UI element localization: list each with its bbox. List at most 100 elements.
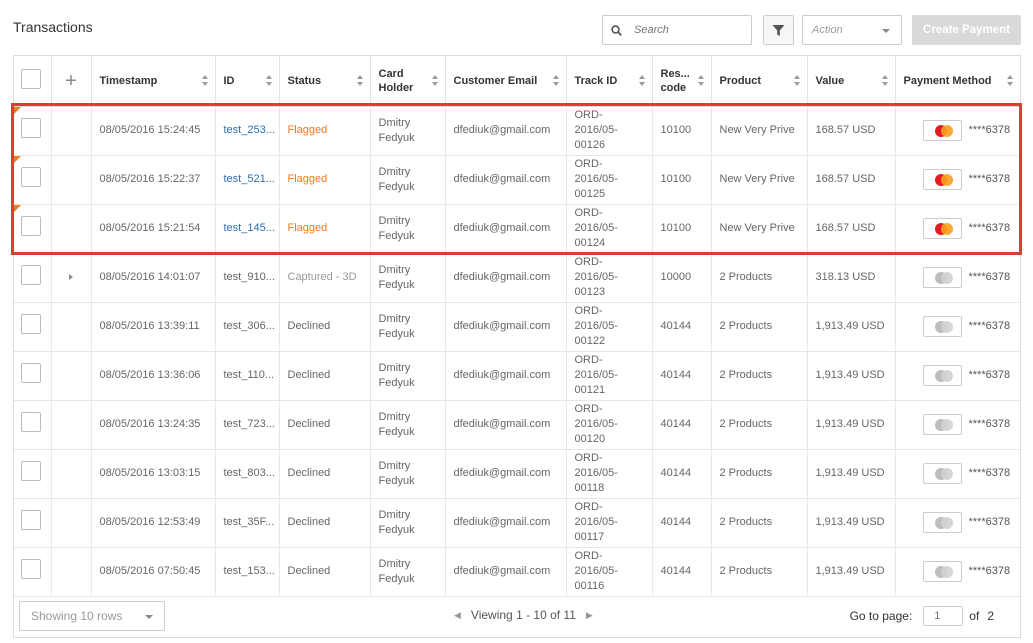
timestamp-cell: 08/05/2016 13:39:11 bbox=[91, 302, 216, 352]
select-all-checkbox[interactable] bbox=[21, 68, 41, 89]
timestamp-cell: 08/05/2016 15:21:54 bbox=[91, 204, 216, 254]
mastercard-icon bbox=[922, 120, 962, 141]
card-holder-cell: Dmitry Fedyuk bbox=[370, 302, 446, 352]
row-select-cell bbox=[14, 106, 52, 156]
transaction-id-link[interactable]: test_306... bbox=[215, 302, 280, 352]
action-select[interactable]: Action bbox=[802, 15, 902, 45]
table-row[interactable]: 08/05/2016 15:21:54 test_145... Flagged Dmi… bbox=[14, 204, 1020, 254]
row-select-cell bbox=[14, 449, 52, 499]
row-checkbox[interactable] bbox=[21, 510, 41, 530]
table-row[interactable]: 08/05/2016 14:01:07 test_910... Captured -… bbox=[14, 253, 1020, 303]
chevron-left-icon[interactable]: ◀ bbox=[454, 610, 461, 621]
column-header-card-holder[interactable]: Card Holder bbox=[370, 56, 446, 107]
card-holder-cell: Dmitry Fedyuk bbox=[370, 449, 446, 499]
transaction-id-link[interactable]: test_910... bbox=[215, 253, 280, 303]
response-code-cell: 40144 bbox=[652, 547, 712, 597]
status-cell: Flagged bbox=[279, 155, 371, 205]
status-cell: Declined bbox=[279, 302, 371, 352]
transaction-id-link[interactable]: test_723... bbox=[215, 400, 280, 450]
search-icon bbox=[611, 24, 622, 36]
table-row[interactable]: 08/05/2016 15:22:37 test_521... Flagged Dmi… bbox=[14, 155, 1020, 205]
transaction-id-link[interactable]: test_521... bbox=[215, 155, 280, 205]
column-header-label: Res... code bbox=[660, 67, 690, 94]
mastercard-icon bbox=[922, 561, 962, 582]
column-header-timestamp[interactable]: Timestamp bbox=[91, 56, 216, 107]
transaction-id-link[interactable]: test_35F... bbox=[215, 498, 280, 548]
search-box[interactable] bbox=[602, 15, 752, 45]
status-cell: Declined bbox=[279, 351, 371, 401]
viewing-label: Viewing 1 - 10 of 11 bbox=[470, 608, 576, 622]
table-row[interactable]: 08/05/2016 12:53:49 test_35F... Declined Dm… bbox=[14, 498, 1020, 548]
row-checkbox[interactable] bbox=[21, 314, 41, 334]
table-row[interactable]: 08/05/2016 13:36:06 test_110... Declined Dm… bbox=[14, 351, 1020, 401]
sort-icon[interactable] bbox=[638, 75, 646, 87]
column-header-id[interactable]: ID bbox=[215, 56, 280, 107]
sort-icon[interactable] bbox=[793, 75, 801, 87]
column-header-product[interactable]: Product bbox=[711, 56, 808, 107]
row-checkbox[interactable] bbox=[21, 363, 41, 383]
column-header-label: Timestamp bbox=[99, 74, 158, 87]
sort-icon[interactable] bbox=[552, 75, 560, 87]
chevron-right-icon[interactable]: ▶ bbox=[586, 610, 593, 621]
column-header-value[interactable]: Value bbox=[807, 56, 896, 107]
customer-email-cell: dfediuk@gmail.com bbox=[445, 253, 567, 303]
create-payment-button[interactable]: Create Payment bbox=[912, 15, 1021, 45]
response-code-cell: 40144 bbox=[652, 449, 712, 499]
page-number-input[interactable] bbox=[923, 606, 964, 626]
column-header-response-code[interactable]: Res... code bbox=[652, 56, 712, 107]
transaction-id-link[interactable]: test_110... bbox=[215, 351, 280, 401]
row-select-cell bbox=[14, 155, 52, 205]
column-header-track-id[interactable]: Track ID bbox=[566, 56, 653, 107]
chevron-down-icon bbox=[145, 615, 153, 619]
sort-icon[interactable] bbox=[1007, 75, 1014, 87]
sort-icon[interactable] bbox=[356, 75, 364, 87]
row-checkbox[interactable] bbox=[21, 412, 41, 432]
response-code-cell: 40144 bbox=[652, 351, 712, 401]
rows-per-page-select[interactable]: Showing 10 rows bbox=[19, 601, 165, 631]
value-cell: 168.57 USD bbox=[807, 204, 896, 254]
sort-icon[interactable] bbox=[201, 75, 209, 87]
column-header-label: ID bbox=[223, 74, 235, 87]
table-row[interactable]: 08/05/2016 13:39:11 test_306... Declined Dm… bbox=[14, 302, 1020, 352]
table-row[interactable]: 08/05/2016 07:50:45 test_153... Declined Dm… bbox=[14, 547, 1020, 597]
customer-email-cell: dfediuk@gmail.com bbox=[445, 449, 567, 499]
transaction-id-link[interactable]: test_803... bbox=[215, 449, 280, 499]
timestamp-cell: 08/05/2016 13:24:35 bbox=[91, 400, 216, 450]
table-row[interactable]: 08/05/2016 15:24:45 test_253... Flagged Dmi… bbox=[14, 106, 1020, 156]
column-header-payment-method[interactable]: Payment Method bbox=[895, 56, 1020, 107]
plus-icon[interactable]: + bbox=[65, 70, 77, 92]
card-holder-cell: Dmitry Fedyuk bbox=[370, 155, 446, 205]
row-checkbox[interactable] bbox=[21, 167, 41, 187]
table-row[interactable]: 08/05/2016 13:03:15 test_803... Declined Dm… bbox=[14, 449, 1020, 499]
sort-icon[interactable] bbox=[881, 75, 889, 87]
transaction-id-link[interactable]: test_145... bbox=[215, 204, 280, 254]
status-cell: Declined bbox=[279, 449, 371, 499]
payment-method-cell: ****6378 bbox=[895, 253, 1020, 303]
transaction-id-link[interactable]: test_153... bbox=[215, 547, 280, 597]
row-checkbox[interactable] bbox=[21, 559, 41, 579]
transaction-id-link[interactable]: test_253... bbox=[215, 106, 280, 156]
product-cell: 2 Products bbox=[711, 547, 808, 597]
column-header-customer-email[interactable]: Customer Email bbox=[445, 56, 567, 107]
column-header-status[interactable]: Status bbox=[279, 56, 371, 107]
row-expand-cell[interactable] bbox=[51, 253, 92, 303]
row-checkbox[interactable] bbox=[21, 118, 41, 138]
response-code-cell: 10100 bbox=[652, 155, 712, 205]
search-input[interactable] bbox=[632, 23, 742, 37]
chevron-right-icon[interactable] bbox=[69, 274, 73, 280]
track-id-cell: ORD-2016/05-00118 bbox=[566, 449, 653, 499]
action-select-label: Action bbox=[812, 24, 843, 36]
track-id-cell: ORD-2016/05-00117 bbox=[566, 498, 653, 548]
filter-button[interactable] bbox=[763, 15, 794, 45]
sort-icon[interactable] bbox=[265, 75, 273, 87]
sort-icon[interactable] bbox=[431, 75, 439, 87]
row-checkbox[interactable] bbox=[21, 265, 41, 285]
sort-icon[interactable] bbox=[697, 75, 705, 87]
row-checkbox[interactable] bbox=[21, 461, 41, 481]
row-checkbox[interactable] bbox=[21, 216, 41, 236]
row-select-cell bbox=[14, 253, 52, 303]
response-code-cell: 40144 bbox=[652, 302, 712, 352]
table-row[interactable]: 08/05/2016 13:24:35 test_723... Declined Dm… bbox=[14, 400, 1020, 450]
response-code-cell: 40144 bbox=[652, 498, 712, 548]
status-cell: Declined bbox=[279, 547, 371, 597]
